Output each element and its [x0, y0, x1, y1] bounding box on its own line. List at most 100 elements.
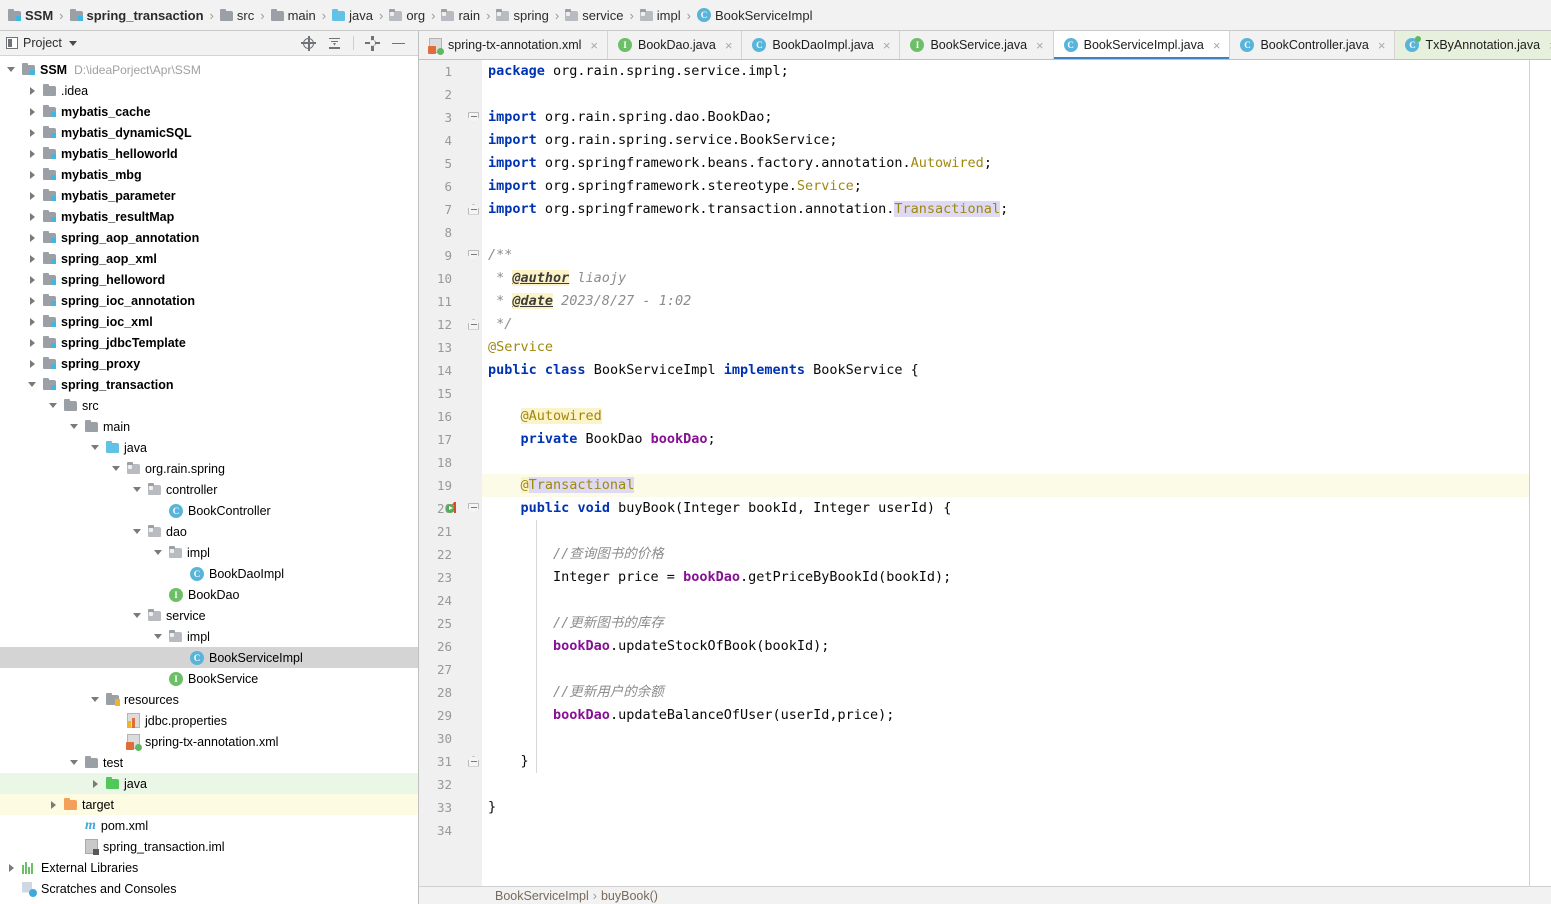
chevron-down-icon[interactable] [68, 40, 77, 46]
tree-node-main[interactable]: main [0, 416, 418, 437]
breadcrumb-item-java[interactable]: java [330, 8, 375, 23]
fold-end-icon[interactable] [468, 318, 479, 330]
gutter-line[interactable]: 32 [419, 773, 482, 796]
code-line[interactable] [488, 382, 1529, 405]
chevron-right-icon[interactable] [25, 86, 39, 95]
code-line[interactable]: import org.rain.spring.service.BookServi… [488, 129, 1529, 152]
gutter-line[interactable]: 11 [419, 290, 482, 313]
minimize-icon[interactable] [391, 36, 406, 51]
chevron-right-icon[interactable] [25, 212, 39, 221]
editor-scrollbar-markers[interactable] [1529, 60, 1551, 886]
code-line[interactable]: package org.rain.spring.service.impl; [488, 60, 1529, 83]
fold-end-icon[interactable] [468, 755, 479, 767]
code-line[interactable]: Integer price = bookDao.getPriceByBookId… [488, 566, 1529, 589]
chevron-down-icon[interactable] [88, 697, 102, 702]
code-line[interactable]: * @author liaojy [488, 267, 1529, 290]
chevron-down-icon[interactable] [67, 760, 81, 765]
tree-node-bookserviceimpl[interactable]: C BookServiceImpl [0, 647, 418, 668]
tree-node-service[interactable]: service [0, 605, 418, 626]
chevron-down-icon[interactable] [67, 424, 81, 429]
tree-node-ssm[interactable]: SSM D:\ideaPorject\Apr\SSM [0, 59, 418, 80]
chevron-right-icon[interactable] [88, 779, 102, 788]
settings-gear-icon[interactable] [365, 35, 380, 51]
tree-node-java[interactable]: java [0, 437, 418, 458]
close-icon[interactable]: × [1036, 39, 1044, 52]
editor-tab-bookservice-java[interactable]: I BookService.java × [900, 31, 1054, 59]
gutter-line[interactable]: 20 [419, 497, 482, 520]
chevron-down-icon[interactable] [4, 67, 18, 72]
gutter-line[interactable]: 22 [419, 543, 482, 566]
chevron-right-icon[interactable] [25, 107, 39, 116]
tree-node-bookdaoimpl[interactable]: C BookDaoImpl [0, 563, 418, 584]
chevron-down-icon[interactable] [130, 613, 144, 618]
tree-node--idea[interactable]: .idea [0, 80, 418, 101]
tree-node-pom-xml[interactable]: m pom.xml [0, 815, 418, 836]
code-line[interactable]: @Autowired [488, 405, 1529, 428]
fold-end-icon[interactable] [468, 203, 479, 215]
gutter-line[interactable]: 8 [419, 221, 482, 244]
breadcrumb-item-spring[interactable]: spring [494, 8, 550, 23]
code-line[interactable]: } [488, 750, 1529, 773]
close-icon[interactable]: × [883, 39, 891, 52]
chevron-down-icon[interactable] [109, 466, 123, 471]
tree-node-java[interactable]: java [0, 773, 418, 794]
tree-node-resources[interactable]: resources [0, 689, 418, 710]
chevron-right-icon[interactable] [25, 128, 39, 137]
tree-node-spring-ioc-xml[interactable]: spring_ioc_xml [0, 311, 418, 332]
code-line[interactable]: public class BookServiceImpl implements … [488, 359, 1529, 382]
code-line[interactable]: private BookDao bookDao; [488, 428, 1529, 451]
tree-node-mybatis-parameter[interactable]: mybatis_parameter [0, 185, 418, 206]
gutter-line[interactable]: 19 [419, 474, 482, 497]
breadcrumb-item-service[interactable]: service [563, 8, 625, 23]
gutter-line[interactable]: 15 [419, 382, 482, 405]
code-line[interactable]: * @date 2023/8/27 - 1:02 [488, 290, 1529, 313]
breadcrumb-item-org[interactable]: org [387, 8, 427, 23]
chevron-down-icon[interactable] [151, 550, 165, 555]
code-line[interactable]: import org.rain.spring.dao.BookDao; [488, 106, 1529, 129]
status-breadcrumb-item-buybook-[interactable]: buyBook() [601, 889, 658, 903]
code-line[interactable]: public void buyBook(Integer bookId, Inte… [488, 497, 1529, 520]
breadcrumb-item-spring-transaction[interactable]: spring_transaction [68, 8, 206, 23]
chevron-right-icon[interactable] [25, 191, 39, 200]
tree-node-mybatis-mbg[interactable]: mybatis_mbg [0, 164, 418, 185]
gutter-line[interactable]: 26 [419, 635, 482, 658]
code-line[interactable]: import org.springframework.stereotype.Se… [488, 175, 1529, 198]
gutter-line[interactable]: 16 [419, 405, 482, 428]
tree-node-controller[interactable]: controller [0, 479, 418, 500]
tree-node-spring-tx-annotation-xml[interactable]: spring-tx-annotation.xml [0, 731, 418, 752]
code-line[interactable]: bookDao.updateStockOfBook(bookId); [488, 635, 1529, 658]
tree-node-spring-jdbctemplate[interactable]: spring_jdbcTemplate [0, 332, 418, 353]
editor-tab-bar[interactable]: spring-tx-annotation.xml × I BookDao.java × C… [419, 31, 1551, 60]
tree-node-scratches-and-consoles[interactable]: Scratches and Consoles [0, 878, 418, 899]
code-line[interactable]: /** [488, 244, 1529, 267]
tree-node-bookdao[interactable]: I BookDao [0, 584, 418, 605]
chevron-down-icon[interactable] [130, 529, 144, 534]
code-line[interactable] [488, 221, 1529, 244]
code-line[interactable]: import org.springframework.beans.factory… [488, 152, 1529, 175]
project-tree[interactable]: SSM D:\ideaPorject\Apr\SSM .idea mybatis_ca… [0, 56, 418, 904]
tree-node-spring-proxy[interactable]: spring_proxy [0, 353, 418, 374]
code-line[interactable]: //更新图书的库存 [488, 612, 1529, 635]
chevron-right-icon[interactable] [46, 800, 60, 809]
editor-tab-bookdao-java[interactable]: I BookDao.java × [608, 31, 743, 59]
gutter-line[interactable]: 31 [419, 750, 482, 773]
chevron-down-icon[interactable] [151, 634, 165, 639]
chevron-right-icon[interactable] [25, 149, 39, 158]
code-line[interactable] [488, 451, 1529, 474]
tree-node-impl[interactable]: impl [0, 542, 418, 563]
code-line[interactable]: bookDao.updateBalanceOfUser(userId,price… [488, 704, 1529, 727]
close-icon[interactable]: × [1213, 39, 1221, 52]
gutter-line[interactable]: 24 [419, 589, 482, 612]
source-code[interactable]: package org.rain.spring.service.impl; im… [482, 60, 1529, 842]
tree-node-spring-aop-annotation[interactable]: spring_aop_annotation [0, 227, 418, 248]
editor-tab-bookdaoimpl-java[interactable]: C BookDaoImpl.java × [742, 31, 901, 59]
tree-node-mybatis-helloworld[interactable]: mybatis_helloworld [0, 143, 418, 164]
editor-tab-bookcontroller-java[interactable]: C BookController.java × [1230, 31, 1396, 59]
code-editor[interactable]: 1 2 3 4 5 6 7 8 9 10 11 12 13 14 15 16 17 18 19 20 21 22 23 24 2… [419, 60, 1551, 886]
tree-node-org-rain-spring[interactable]: org.rain.spring [0, 458, 418, 479]
chevron-right-icon[interactable] [25, 275, 39, 284]
close-icon[interactable]: × [590, 39, 598, 52]
gutter-line[interactable]: 9 [419, 244, 482, 267]
gutter-line[interactable]: 12 [419, 313, 482, 336]
tree-node-mybatis-dynamicsql[interactable]: mybatis_dynamicSQL [0, 122, 418, 143]
